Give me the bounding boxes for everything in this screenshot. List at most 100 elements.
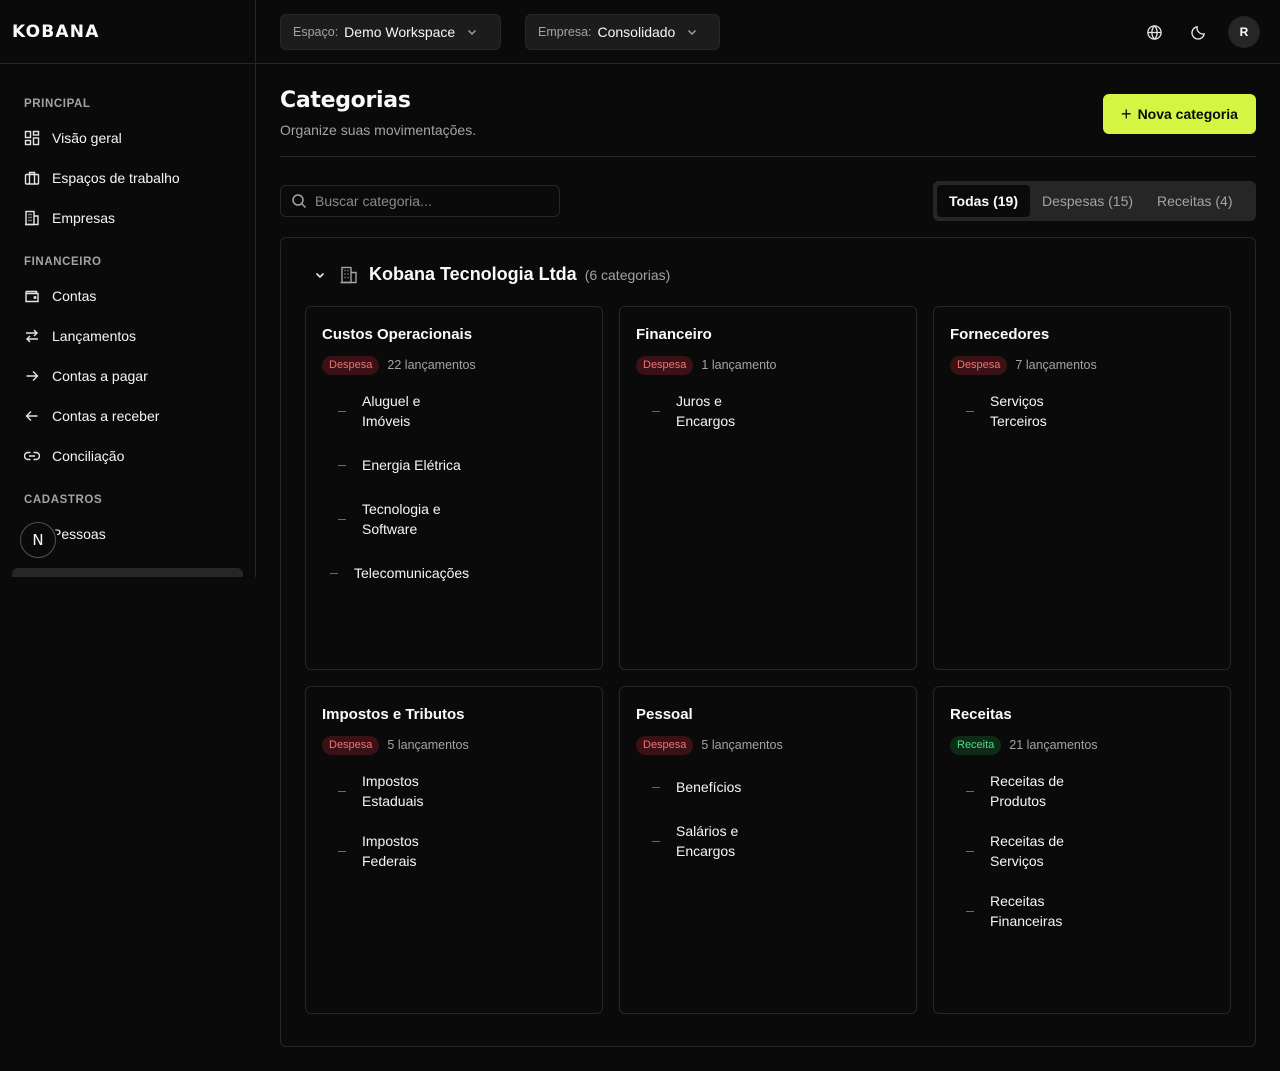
- tab-todas[interactable]: Todas (19): [937, 185, 1030, 217]
- category-title: Custos Operacionais: [322, 326, 473, 343]
- sidebar-item-contas-pagar[interactable]: Contas a pagar: [12, 356, 243, 396]
- company-name: Kobana Tecnologia Ltda: [369, 264, 577, 284]
- arrow-right-icon: [24, 368, 40, 384]
- category-meta: Despesa 5 lançamentos: [636, 735, 900, 755]
- subcategory-label: Salários e Encargos: [676, 823, 739, 859]
- subcategory-item[interactable]: Serviços Terceiros: [950, 391, 1214, 431]
- globe-icon: [1146, 24, 1162, 40]
- subcategory-label: Aluguel e Imóveis: [362, 393, 421, 429]
- subcategory-label: Energia Elétrica: [362, 457, 461, 473]
- sidebar-item-conciliacao[interactable]: Conciliação: [12, 436, 243, 476]
- workspace-value: Demo Workspace: [344, 24, 456, 40]
- filter-tabs: Todas (19) Despesas (15) Receitas (4): [933, 181, 1256, 221]
- subcategory-label: Telecomunicações: [354, 565, 470, 581]
- search-input[interactable]: [315, 193, 545, 209]
- subcategory-list: Serviços Terceiros: [950, 391, 1214, 431]
- user-avatar[interactable]: R: [1228, 16, 1260, 48]
- sidebar-item-active-partial[interactable]: [12, 568, 243, 577]
- type-badge: Despesa: [950, 355, 1008, 375]
- sidebar-item-empresas[interactable]: Empresas: [12, 198, 243, 238]
- nav-section-label: FINANCEIRO: [24, 256, 102, 268]
- entries-count: 7 lançamentos: [1015, 358, 1097, 372]
- dash-icon: [966, 790, 974, 792]
- category-meta: Receita 21 lançamentos: [950, 735, 1214, 755]
- chevron-down-icon[interactable]: [313, 268, 327, 282]
- new-category-button[interactable]: + Nova categoria: [1103, 94, 1256, 134]
- subcategory-list: Receitas de Produtos Receitas de Serviço…: [950, 771, 1214, 931]
- subcategory-label: Benefícios: [676, 779, 742, 795]
- category-card-receitas[interactable]: Receitas Receita 21 lançamentos Receitas…: [933, 686, 1231, 1014]
- subcategory-item[interactable]: Impostos Federais: [322, 831, 586, 871]
- sidebar-item-label: Espaços de trabalho: [52, 170, 180, 186]
- category-title: Impostos e Tributos: [322, 706, 465, 723]
- category-title: Pessoal: [636, 706, 693, 723]
- subcategory-label: Tecnologia e Software: [362, 501, 441, 537]
- dashboard-icon: [24, 130, 40, 146]
- subcategory-item[interactable]: Juros e Encargos: [636, 391, 900, 431]
- subcategory-item[interactable]: Tecnologia e Software: [322, 499, 586, 539]
- subcategory-label: Impostos Federais: [362, 833, 419, 869]
- subcategory-label: Juros e Encargos: [676, 393, 736, 429]
- sidebar-item-label: Empresas: [52, 210, 116, 226]
- subcategory-item[interactable]: Receitas de Produtos: [950, 771, 1214, 811]
- subcategory-item[interactable]: Salários e Encargos: [636, 821, 900, 861]
- language-button[interactable]: [1138, 16, 1170, 48]
- type-badge: Despesa: [636, 735, 694, 755]
- dash-icon: [338, 410, 346, 412]
- subcategory-item[interactable]: Energia Elétrica: [322, 455, 586, 475]
- subcategory-item[interactable]: Receitas de Serviços: [950, 831, 1214, 871]
- link-icon: [24, 448, 40, 464]
- tab-despesas[interactable]: Despesas (15): [1030, 185, 1145, 217]
- type-badge: Despesa: [636, 355, 694, 375]
- sidebar-item-label: Contas: [52, 288, 97, 304]
- workspace-selector[interactable]: Espaço: Demo Workspace: [280, 14, 501, 50]
- category-title: Fornecedores: [950, 326, 1050, 343]
- sidebar: KOBANA PRINCIPAL Visão geral Espaços de …: [0, 0, 256, 577]
- category-card-financeiro[interactable]: Financeiro Despesa 1 lançamento Juros e …: [619, 306, 917, 670]
- category-card-pessoal[interactable]: Pessoal Despesa 5 lançamentos Benefícios…: [619, 686, 917, 1014]
- subcategory-list: Impostos Estaduais Impostos Federais: [322, 771, 586, 871]
- workspace-label: Espaço:: [293, 25, 339, 39]
- header-divider: [280, 156, 1256, 157]
- category-title: Receitas: [950, 706, 1012, 723]
- subcategory-item[interactable]: Receitas Financeiras: [950, 891, 1214, 931]
- dev-badge[interactable]: N: [20, 522, 56, 558]
- company-value: Consolidado: [597, 24, 676, 40]
- category-card-fornecedores[interactable]: Fornecedores Despesa 7 lançamentos Servi…: [933, 306, 1231, 670]
- dash-icon: [966, 910, 974, 912]
- dash-icon: [338, 518, 346, 520]
- moon-icon: [1190, 25, 1205, 40]
- chevron-down-icon: [468, 30, 477, 35]
- theme-toggle-button[interactable]: [1182, 16, 1214, 48]
- nav-section-label: PRINCIPAL: [24, 98, 91, 110]
- chevron-down-icon: [688, 30, 697, 35]
- dash-icon: [652, 786, 660, 788]
- tab-receitas[interactable]: Receitas (4): [1145, 185, 1244, 217]
- subcategory-list: Juros e Encargos: [636, 391, 900, 431]
- sidebar-item-contas-receber[interactable]: Contas a receber: [12, 396, 243, 436]
- sidebar-item-contas[interactable]: Contas: [12, 276, 243, 316]
- dash-icon: [338, 464, 346, 466]
- company-category-count: (6 categorias): [584, 266, 671, 283]
- sidebar-item-espacos[interactable]: Espaços de trabalho: [12, 158, 243, 198]
- subcategory-label: Impostos Estaduais: [362, 773, 424, 809]
- nav-section-label: CADASTROS: [24, 494, 103, 506]
- sidebar-item-label: Pessoas: [52, 526, 106, 542]
- entries-count: 1 lançamento: [701, 358, 777, 372]
- category-card-impostos-tributos[interactable]: Impostos e Tributos Despesa 5 lançamento…: [305, 686, 603, 1014]
- brand-logo[interactable]: KOBANA: [12, 22, 100, 42]
- building-icon: [24, 210, 40, 226]
- company-group-header: Kobana Tecnologia Ltda (6 categorias): [313, 264, 670, 285]
- subcategory-item[interactable]: Aluguel e Imóveis: [322, 391, 586, 431]
- dash-icon: [652, 410, 660, 412]
- sidebar-item-label: Visão geral: [52, 130, 122, 146]
- briefcase-icon: [24, 170, 40, 186]
- sidebar-item-visao-geral[interactable]: Visão geral: [12, 118, 243, 158]
- subcategory-item[interactable]: Benefícios: [636, 777, 900, 797]
- category-title: Financeiro: [636, 326, 712, 343]
- subcategory-item[interactable]: Impostos Estaduais: [322, 771, 586, 811]
- category-card-custos-operacionais[interactable]: Custos Operacionais Despesa 22 lançament…: [305, 306, 603, 670]
- sidebar-item-lancamentos[interactable]: Lançamentos: [12, 316, 243, 356]
- subcategory-item[interactable]: Telecomunicações: [322, 563, 586, 583]
- company-selector[interactable]: Empresa: Consolidado: [525, 14, 720, 50]
